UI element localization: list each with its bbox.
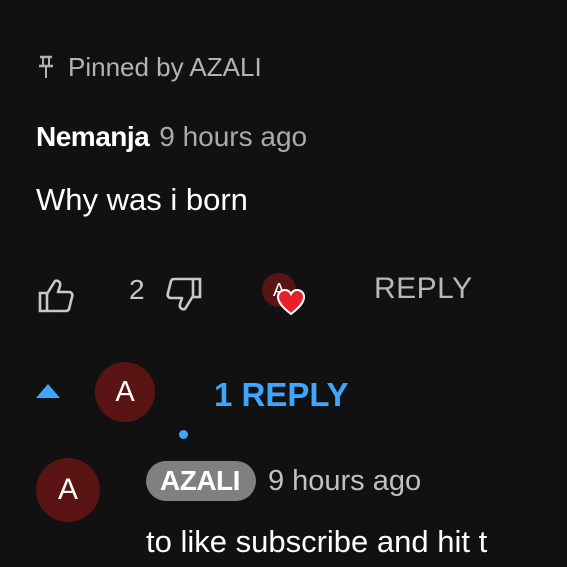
reply-count-label[interactable]: 1 REPLY [214,376,349,414]
pinned-indicator: Pinned by AZALI [38,50,262,84]
heart-icon [276,288,306,316]
like-button[interactable] [36,276,76,316]
pin-icon [38,54,54,80]
creator-heart-badge: A [262,273,306,317]
reply-avatar[interactable]: A [36,458,100,522]
reply-button[interactable]: REPLY [374,272,473,306]
reply-header: AZALI 9 hours ago [146,460,421,502]
like-count: 2 [129,274,145,305]
chevron-up-icon [36,384,60,398]
reply-text: to like subscribe and hit t [146,524,488,559]
pinned-label: Pinned by AZALI [68,51,262,82]
thumbs-down-icon [166,277,202,311]
comment-header: Nemanja 9 hours ago [36,121,307,159]
comment-actions: 2 A REPLY [30,268,550,318]
reply-author-chip[interactable]: AZALI [146,461,256,501]
replier-avatar: A [95,362,155,422]
comment-text: Why was i born [36,182,248,217]
comment-timestamp[interactable]: 9 hours ago [159,121,307,153]
new-reply-dot [179,430,188,439]
view-replies-toggle[interactable]: A 1 REPLY [36,362,376,422]
dislike-button[interactable] [164,274,204,314]
comment-author[interactable]: Nemanja [36,121,150,153]
reply-timestamp[interactable]: 9 hours ago [268,465,421,498]
thumbs-up-icon [38,279,74,313]
